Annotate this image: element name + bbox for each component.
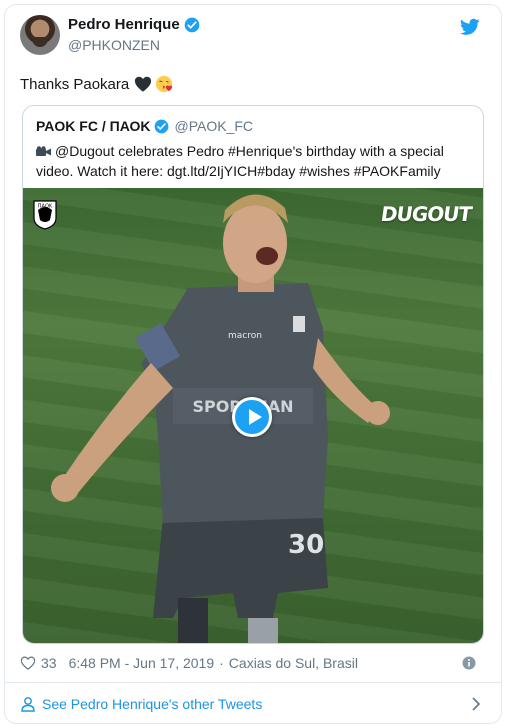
person-outline-icon	[21, 697, 35, 712]
info-icon[interactable]	[462, 656, 476, 670]
movie-camera-emoji-icon	[36, 146, 51, 156]
verified-badge-icon	[155, 119, 169, 133]
svg-text:macron: macron	[228, 331, 262, 341]
quoted-tweet-text-content: @Dugout celebrates Pedro #Henrique's bir…	[36, 143, 444, 179]
tweet-meta: 33 6:48 PM - Jun 17, 2019 · Caxias do Su…	[20, 653, 480, 673]
paok-crest-icon: ΠΑΟΚ	[33, 200, 57, 230]
svg-text:30: 30	[288, 530, 324, 560]
meta-separator: ·	[219, 655, 224, 671]
chevron-right-icon[interactable]	[471, 696, 481, 712]
verified-badge-icon	[184, 17, 200, 32]
quoted-tweet-header: PAOK FC / ΠΑΟΚ @PAOK_FC	[36, 118, 253, 134]
play-button[interactable]	[232, 397, 272, 437]
quoted-tweet-text: @Dugout celebrates Pedro #Henrique's bir…	[36, 141, 476, 181]
quoted-tweet[interactable]: PAOK FC / ΠΑΟΚ @PAOK_FC @Dugout celebrat…	[22, 105, 484, 644]
tweet-timestamp[interactable]: 6:48 PM - Jun 17, 2019	[69, 655, 215, 671]
dugout-watermark: DUGOUT	[379, 202, 473, 226]
author-handle[interactable]: @PHKONZEN	[68, 37, 160, 53]
see-other-tweets-link[interactable]: See Pedro Henrique's other Tweets	[20, 693, 485, 715]
quoted-author-name[interactable]: PAOK FC / ΠΑΟΚ	[36, 118, 150, 134]
svg-text:ΠΑΟΚ: ΠΑΟΚ	[38, 204, 53, 210]
see-other-tweets-text[interactable]: See Pedro Henrique's other Tweets	[42, 696, 262, 712]
tweet-text: Thanks Paokara	[20, 75, 173, 93]
tweet-text-content: Thanks Paokara	[20, 75, 130, 93]
like-count[interactable]: 33	[41, 655, 57, 671]
author-display-name[interactable]: Pedro Henrique	[68, 16, 180, 33]
footer-divider	[5, 682, 501, 683]
video-player[interactable]: SPORTMAN 30 macron ΠΑΟΚ DUGOUT	[23, 188, 483, 643]
tweet-header: Pedro Henrique @PHKONZEN	[20, 14, 480, 60]
twitter-bird-icon[interactable]	[460, 18, 480, 36]
author-avatar[interactable]	[20, 15, 60, 55]
author-name-row[interactable]: Pedro Henrique	[68, 16, 200, 33]
quoted-author-handle[interactable]: @PAOK_FC	[174, 118, 253, 134]
face-blowing-kiss-emoji-icon	[156, 75, 173, 93]
black-heart-emoji-icon	[135, 76, 152, 92]
heart-outline-icon[interactable]	[20, 656, 36, 670]
tweet-location[interactable]: Caxias do Sul, Brasil	[229, 655, 358, 671]
